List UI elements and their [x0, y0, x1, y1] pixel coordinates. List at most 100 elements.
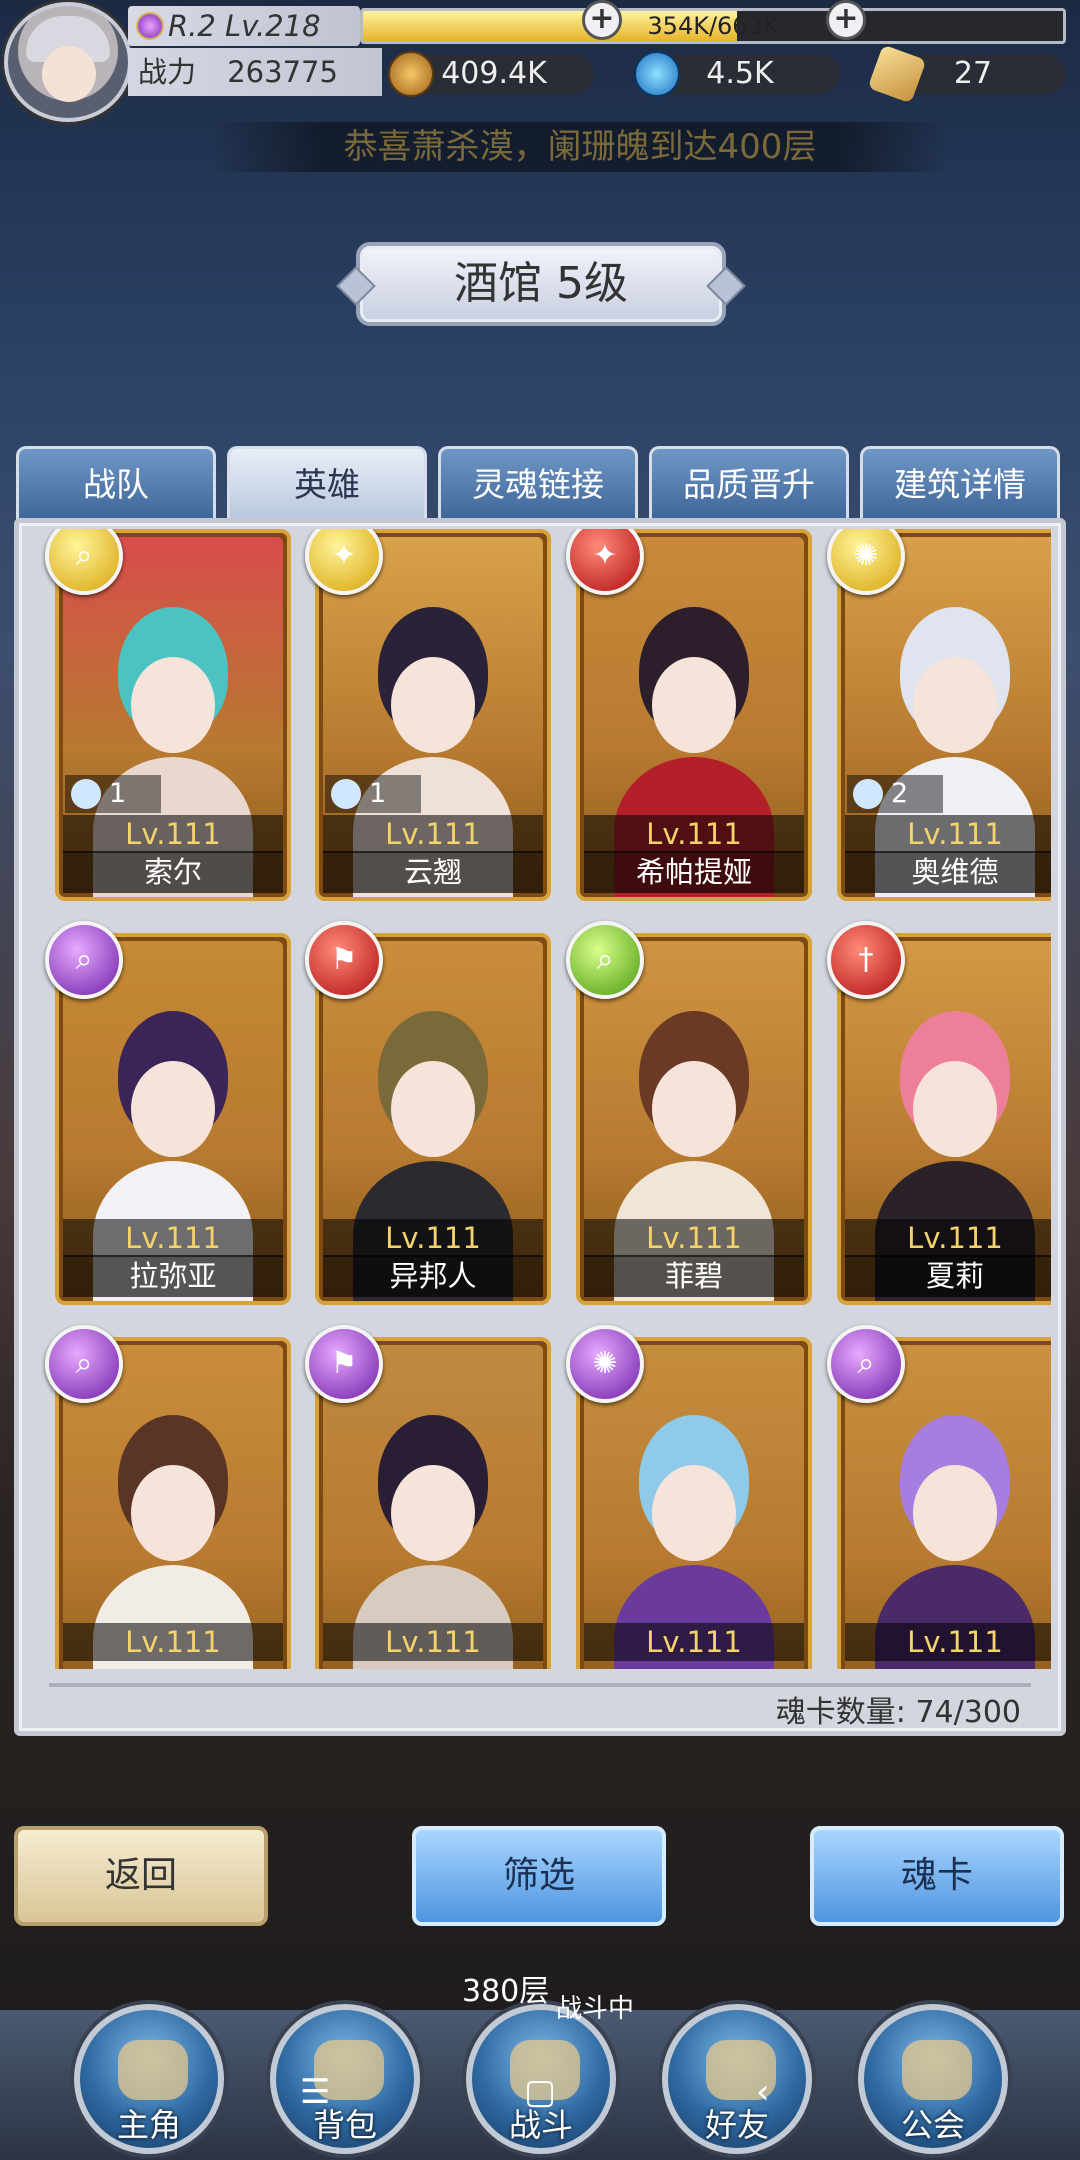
flag-icon: ⚑ [305, 921, 383, 999]
battle-status: 战斗中 [556, 1994, 635, 2024]
hero-face [391, 1465, 475, 1561]
soul-link-badge: 1 [65, 775, 161, 813]
hero-level: Lv.111 [323, 815, 543, 853]
diamond-value: 4.5K [706, 56, 774, 91]
tab-team[interactable]: 战队 [16, 446, 216, 522]
panel-divider [49, 1683, 1031, 1687]
add-diamond-button[interactable]: + [826, 0, 866, 40]
nav-label: 好友 [704, 2106, 769, 2144]
hero-name: 菲碧 [584, 1255, 804, 1297]
flag-icon: ⚑ [305, 1325, 383, 1403]
page-title: 酒馆 5级 [356, 242, 726, 326]
scroll-value: 27 [953, 56, 993, 91]
exp-bar: 354K/663K [360, 8, 1066, 44]
hero-face [652, 1061, 736, 1157]
sword-icon: † [827, 921, 905, 999]
hero-name: 夏莉 [845, 1255, 1051, 1297]
tab-quality-upgrade[interactable]: 品质晋升 [649, 446, 849, 522]
hero-panel: 1 Lv.111 索尔 ⌕ 1 Lv.111 云翘 ✦ Lv.111 希帕提娅 ✦ 2 Lv.111 奥维… [14, 518, 1066, 1736]
hero-name: 希帕提娅 [584, 851, 804, 893]
tab-building-details[interactable]: 建筑详情 [860, 446, 1060, 522]
soul-link-count: 1 [109, 778, 127, 809]
nav-protagonist[interactable]: 主角 [74, 2004, 224, 2154]
hero-level: Lv.111 [845, 1623, 1051, 1661]
hero-face [652, 1465, 736, 1561]
gold-value: 409.4K [441, 56, 547, 91]
filter-button[interactable]: 筛选 [412, 1826, 666, 1926]
power-value: 263775 [227, 55, 338, 89]
system-home-icon[interactable]: ▢ [524, 2072, 556, 2112]
hero-level: Lv.111 [63, 815, 283, 853]
hero-face [391, 657, 475, 753]
nav-backpack[interactable]: 背包 [270, 2004, 420, 2154]
hero-face [131, 1465, 215, 1561]
avatar-face [42, 46, 96, 102]
hero-face [913, 1061, 997, 1157]
nav-guild[interactable]: 公会 [858, 2004, 1008, 2154]
gold-display: 409.4K [388, 51, 594, 97]
scroll-icon [867, 44, 927, 104]
soul-card-count: 魂卡数量: 74/300 [775, 1695, 1021, 1730]
diamond-display: 4.5K [634, 51, 840, 97]
soul-link-icon [331, 779, 361, 809]
back-button[interactable]: 返回 [14, 1826, 268, 1926]
magnifier-icon: ⌕ [45, 1325, 123, 1403]
guild-emblem-icon [902, 2040, 972, 2100]
nav-friends[interactable]: 好友 [662, 2004, 812, 2154]
system-menu-icon[interactable]: ☰ [300, 2072, 330, 2112]
gold-coin-icon [388, 51, 434, 97]
soul-link-icon [853, 779, 883, 809]
helmet-icon [118, 2040, 188, 2100]
rank-gem-icon [136, 12, 164, 40]
player-rank: R.2 Lv.218 [128, 6, 360, 46]
magnifier-icon: ⌕ [45, 921, 123, 999]
hero-face [913, 657, 997, 753]
hero-name: 异邦人 [323, 1255, 543, 1297]
soul-card-button[interactable]: 魂卡 [810, 1826, 1064, 1926]
rank-text: R.2 Lv.218 [168, 9, 321, 43]
system-back-icon[interactable]: ‹ [756, 2072, 770, 2112]
hero-level: Lv.111 [845, 815, 1051, 853]
hero-level: Lv.111 [584, 1219, 804, 1257]
power-label: 战力 [138, 55, 197, 89]
hero-level: Lv.111 [63, 1219, 283, 1257]
hero-grid[interactable]: 1 Lv.111 索尔 ⌕ 1 Lv.111 云翘 ✦ Lv.111 希帕提娅 ✦ 2 Lv.111 奥维… [35, 529, 1051, 1669]
exp-text: 354K/663K [647, 12, 779, 40]
magnifier-icon: ⌕ [566, 921, 644, 999]
hero-face [913, 1465, 997, 1561]
triskele-icon: ✺ [566, 1325, 644, 1403]
nav-label: 背包 [312, 2106, 377, 2144]
hero-face [131, 1061, 215, 1157]
nav-label: 公会 [900, 2106, 965, 2144]
player-avatar[interactable] [4, 2, 132, 122]
hero-name: 奥维德 [845, 851, 1051, 893]
tab-soul-link[interactable]: 灵魂链接 [438, 446, 638, 522]
add-gold-button[interactable]: + [582, 0, 622, 40]
nav-label: 主角 [116, 2106, 181, 2144]
top-status-bar: R.2 Lv.218 354K/663K 战力 263775 409.4K + … [0, 0, 1080, 122]
hero-name: 云翘 [323, 851, 543, 893]
soul-link-icon [71, 779, 101, 809]
hero-face [131, 657, 215, 753]
soul-link-badge: 2 [847, 775, 943, 813]
tab-heroes[interactable]: 英雄 [227, 446, 427, 522]
soul-link-count: 2 [891, 778, 909, 809]
hero-level: Lv.111 [63, 1623, 283, 1661]
diamond-icon [634, 51, 680, 97]
hero-level: Lv.111 [584, 1623, 804, 1661]
hero-level: Lv.111 [845, 1219, 1051, 1257]
announcement-marquee: 恭喜萧杀漠，阑珊魄到达400层 [210, 122, 950, 172]
hero-level: Lv.111 [584, 815, 804, 853]
hero-level: Lv.111 [323, 1219, 543, 1257]
soul-link-count: 1 [369, 778, 387, 809]
soul-link-badge: 1 [325, 775, 421, 813]
hero-level: Lv.111 [323, 1623, 543, 1661]
hero-face [652, 657, 736, 753]
power-display: 战力 263775 [128, 48, 382, 96]
hero-name: 索尔 [63, 851, 283, 893]
battle-floor: 380层 [462, 1974, 550, 2009]
magnifier-icon: ⌕ [827, 1325, 905, 1403]
scroll-display: 27 [867, 44, 1066, 104]
hero-name: 拉弥亚 [63, 1255, 283, 1297]
hero-face [391, 1061, 475, 1157]
